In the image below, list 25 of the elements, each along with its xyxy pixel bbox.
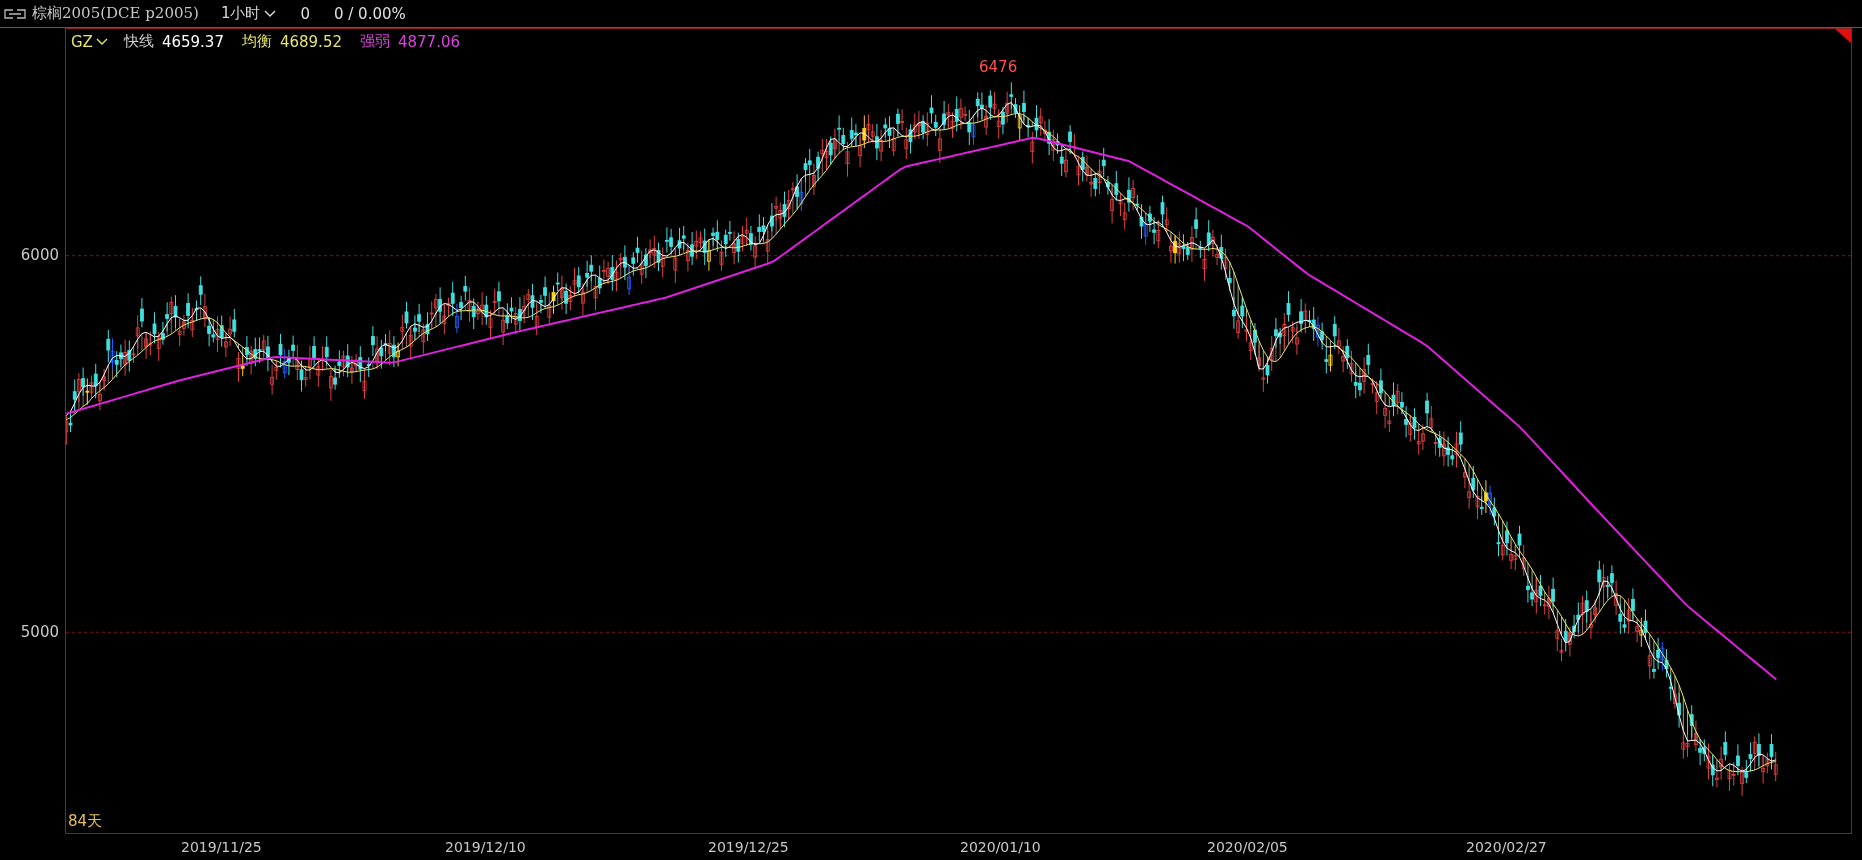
caret-icon: [95, 37, 108, 46]
high-price-label: 6476: [979, 58, 1018, 76]
x-axis-label: 2020/01/10: [960, 839, 1041, 855]
x-axis-label: 2019/11/25: [181, 839, 262, 855]
x-axis-label: 2019/12/25: [708, 839, 789, 855]
indicator-value: 4689.52: [279, 32, 342, 51]
indicator-label: 均衡: [241, 32, 272, 51]
change-percent: 0 / 0.00%: [333, 4, 406, 23]
link-icon[interactable]: [4, 8, 26, 19]
x-axis-label: 2020/02/05: [1207, 839, 1288, 855]
indicator-dropdown[interactable]: GZ: [71, 32, 108, 51]
indicator-label: 快线: [123, 32, 154, 51]
indicator-label: 强弱: [359, 32, 390, 51]
x-axis-label: 2020/02/27: [1466, 839, 1547, 855]
price-change: 0: [300, 4, 310, 23]
y-axis-label: 6000: [20, 246, 59, 264]
y-axis-label: 5000: [20, 623, 59, 641]
contract-title: 棕榈2005(DCE p2005): [32, 4, 199, 23]
indicator-value: 4877.06: [397, 32, 460, 51]
indicator-value: 4659.37: [161, 32, 224, 51]
caret-icon: [264, 9, 277, 18]
corner-triangle-icon: [1835, 29, 1851, 43]
x-axis-label: 2019/12/10: [445, 839, 526, 855]
period-dropdown[interactable]: 1小时: [220, 4, 277, 23]
span-label: 84天: [68, 812, 103, 831]
